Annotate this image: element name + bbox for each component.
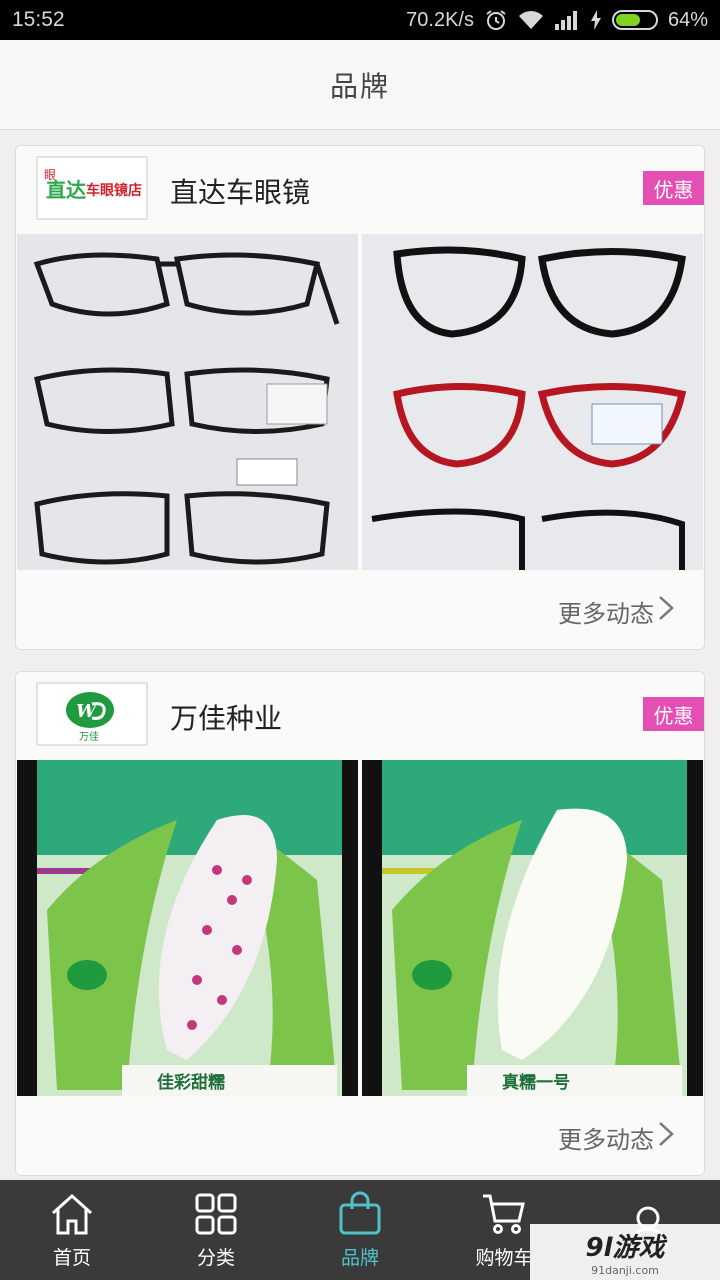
cart-icon bbox=[483, 1194, 525, 1234]
tab-label: 购物车 bbox=[475, 1246, 533, 1269]
brand-name[interactable]: 万佳种业 bbox=[170, 697, 282, 737]
brand-name[interactable]: 直达车眼镜 bbox=[170, 171, 310, 211]
corn-seed-pack-icon: 真糯一号 bbox=[362, 760, 703, 1096]
brand-card-header: 直达 车眼镜店 眼 直达车眼镜 优惠 bbox=[16, 146, 704, 234]
status-time: 15:52 bbox=[12, 8, 65, 31]
brand-photos bbox=[16, 234, 704, 570]
more-updates-label: 更多动态 bbox=[558, 1125, 654, 1154]
signal-icon bbox=[554, 9, 580, 31]
tab-category[interactable]: 分类 bbox=[144, 1180, 288, 1280]
battery-fill bbox=[615, 14, 641, 26]
grid-icon bbox=[195, 1193, 237, 1234]
tab-brand[interactable]: 品牌 bbox=[288, 1180, 432, 1280]
home-icon bbox=[51, 1193, 93, 1234]
brand-logo: 直达 车眼镜店 眼 bbox=[36, 156, 148, 220]
page-title: 品牌 bbox=[329, 69, 390, 103]
product-photo[interactable] bbox=[17, 234, 358, 570]
svg-text:眼: 眼 bbox=[44, 168, 56, 182]
glasses-photo-icon bbox=[362, 234, 703, 570]
tab-label: 分类 bbox=[196, 1246, 235, 1269]
page-header: 品牌 bbox=[0, 40, 720, 130]
status-bar: 15:52 70.2K/s 64% bbox=[0, 0, 720, 40]
product-photo[interactable]: 佳彩甜糯 bbox=[17, 760, 358, 1096]
watermark: 9l游戏 91danji.com bbox=[530, 1224, 720, 1280]
svg-text:佳彩甜糯: 佳彩甜糯 bbox=[157, 1072, 225, 1093]
glasses-photo-icon bbox=[17, 234, 358, 570]
charging-icon bbox=[590, 9, 602, 31]
watermark-sub: 91danji.com bbox=[591, 1264, 659, 1277]
watermark-main: 9l游戏 bbox=[585, 1233, 665, 1263]
wanjia-logo-icon: W 万佳 bbox=[66, 692, 114, 742]
tab-home[interactable]: 首页 bbox=[0, 1180, 144, 1280]
brand-photos: 佳彩甜糯 真糯一号 bbox=[16, 760, 704, 1096]
status-right: 70.2K/s 64% bbox=[406, 8, 708, 32]
alarm-icon bbox=[484, 8, 508, 32]
more-updates-link[interactable]: 更多动态 bbox=[16, 1096, 704, 1175]
tab-label: 品牌 bbox=[340, 1246, 379, 1269]
svg-text:车眼镜店: 车眼镜店 bbox=[86, 182, 142, 199]
product-photo[interactable]: 真糯一号 bbox=[362, 760, 703, 1096]
chevron-right-icon bbox=[658, 1121, 674, 1153]
more-updates-label: 更多动态 bbox=[558, 599, 654, 628]
battery-icon bbox=[611, 10, 658, 30]
product-photo[interactable] bbox=[362, 234, 703, 570]
bag-icon bbox=[339, 1191, 381, 1234]
network-speed: 70.2K/s bbox=[406, 8, 474, 31]
tab-label: 首页 bbox=[52, 1246, 91, 1269]
more-updates-link[interactable]: 更多动态 bbox=[16, 570, 704, 649]
brand-card[interactable]: 直达 车眼镜店 眼 直达车眼镜 优惠 更多动态 bbox=[15, 145, 705, 650]
svg-text:万佳: 万佳 bbox=[79, 730, 99, 742]
chevron-right-icon bbox=[658, 595, 674, 627]
glasses-shop-logo-icon: 直达 车眼镜店 眼 bbox=[44, 168, 142, 202]
promo-badge: 优惠 bbox=[643, 697, 704, 731]
brand-card-header: W 万佳 万佳种业 优惠 bbox=[16, 672, 704, 760]
battery-percent: 64% bbox=[667, 8, 708, 31]
corn-seed-pack-icon: 佳彩甜糯 bbox=[17, 760, 358, 1096]
wifi-icon bbox=[518, 9, 544, 31]
brand-logo: W 万佳 bbox=[36, 682, 148, 746]
svg-text:真糯一号: 真糯一号 bbox=[502, 1072, 570, 1093]
promo-badge: 优惠 bbox=[643, 171, 704, 205]
brand-card[interactable]: W 万佳 万佳种业 优惠 佳彩甜糯 真糯一号 更多动态 bbox=[15, 671, 705, 1176]
